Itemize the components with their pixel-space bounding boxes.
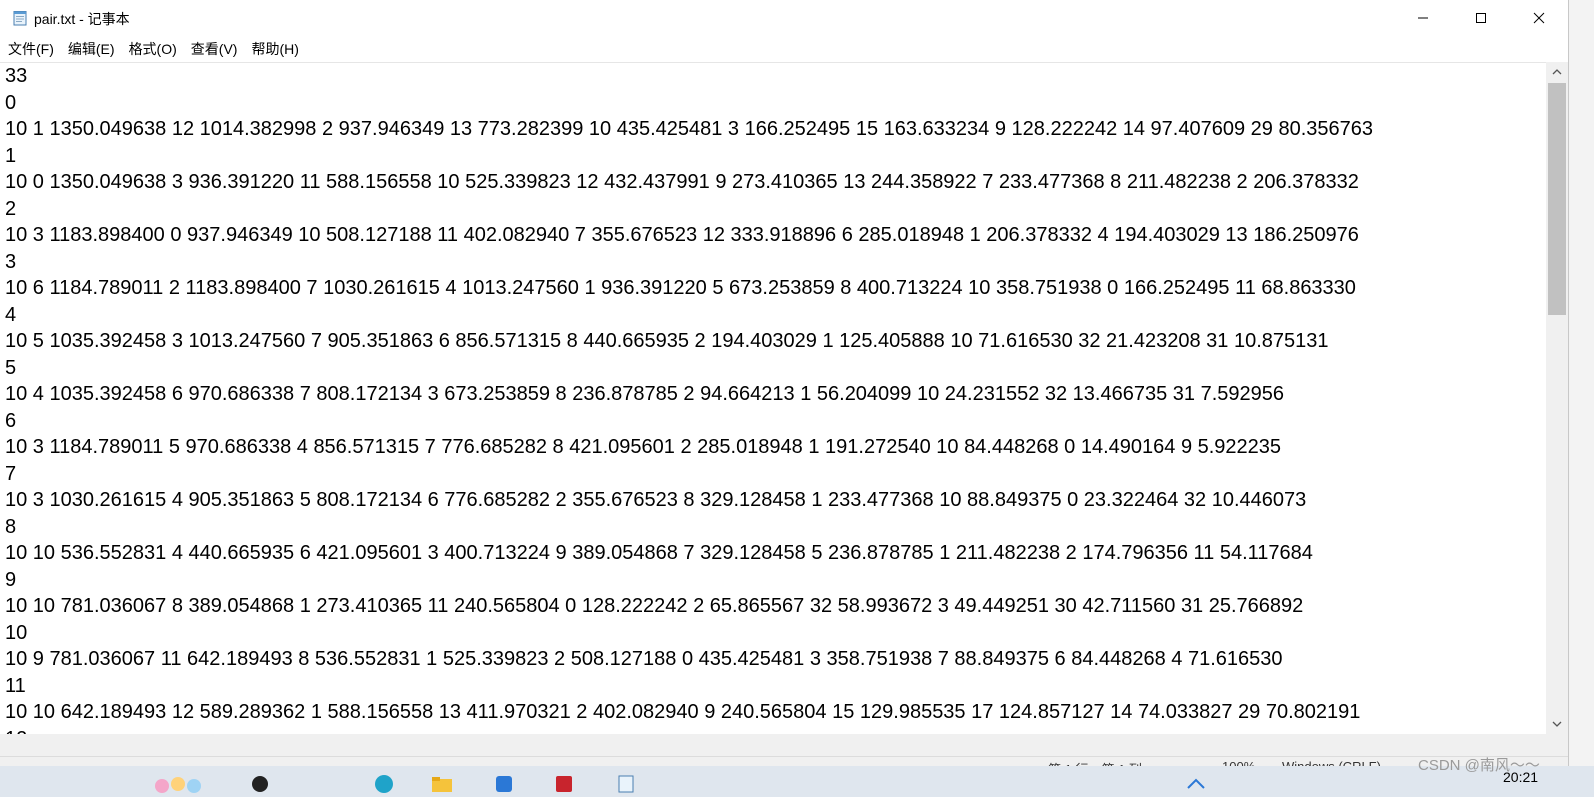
- close-button[interactable]: [1510, 0, 1568, 36]
- sticker-icon: [155, 776, 201, 793]
- close-icon: [1533, 12, 1545, 24]
- chevron-down-icon: [1552, 721, 1562, 727]
- text-line: 8: [5, 515, 17, 538]
- text-line: 5: [5, 356, 17, 379]
- chevron-up-icon: [1552, 69, 1562, 75]
- notepad-window: pair.txt - 记事本 文件(F) 编辑(E) 格式(O) 查看(V) 帮…: [0, 0, 1569, 797]
- taskbar-app-icon[interactable]: [366, 770, 402, 797]
- menu-bar: 文件(F) 编辑(E) 格式(O) 查看(V) 帮助(H): [0, 36, 1568, 62]
- store-icon: [496, 775, 512, 792]
- title-bar[interactable]: pair.txt - 记事本: [0, 0, 1568, 36]
- minimize-button[interactable]: [1394, 0, 1452, 36]
- text-line: 10 3 1183.898400 0 937.946349 10 508.127…: [5, 224, 1359, 246]
- scroll-down-button[interactable]: [1546, 714, 1568, 734]
- vertical-scroll-thumb[interactable]: [1548, 83, 1566, 315]
- maximize-button[interactable]: [1452, 0, 1510, 36]
- text-line: 6: [5, 409, 17, 432]
- text-line: 1: [5, 144, 17, 167]
- text-line: 10 5 1035.392458 3 1013.247560 7 905.351…: [5, 330, 1329, 352]
- text-line: 11: [5, 674, 26, 697]
- text-line: 10 4 1035.392458 6 970.686338 7 808.1721…: [5, 383, 1285, 405]
- text-editor[interactable]: 33 0 10 1 1350.049638 12 1014.382998 2 9…: [0, 62, 1546, 735]
- text-line: 2: [5, 197, 17, 220]
- taskbar-app-icon[interactable]: [424, 770, 460, 797]
- menu-file[interactable]: 文件(F): [0, 38, 61, 60]
- taskbar-app-icon[interactable]: [486, 770, 522, 797]
- maximize-icon: [1476, 13, 1486, 23]
- text-line: 10 3 1030.261615 4 905.351863 5 808.1721…: [5, 489, 1307, 511]
- text-line: 10 6 1184.789011 2 1183.898400 7 1030.26…: [5, 277, 1356, 299]
- text-line: 10 9 781.036067 11 642.189493 8 536.5528…: [5, 648, 1283, 670]
- text-line: 10 3 1184.789011 5 970.686338 4 856.5713…: [5, 436, 1282, 458]
- text-line: 3: [5, 250, 17, 273]
- text-line: 10 0 1350.049638 3 936.391220 11 588.156…: [5, 171, 1359, 193]
- taskbar-app-notepad[interactable]: [608, 770, 644, 797]
- text-line: 0: [5, 91, 17, 114]
- menu-view[interactable]: 查看(V): [184, 38, 245, 60]
- app-circle-icon: [252, 775, 268, 792]
- text-line: 10 1 1350.049638 12 1014.382998 2 937.94…: [5, 118, 1373, 140]
- folder-icon: [432, 776, 452, 792]
- window-title: pair.txt - 记事本: [34, 11, 130, 27]
- minimize-icon: [1418, 17, 1428, 19]
- red-app-icon: [556, 775, 572, 792]
- menu-format[interactable]: 格式(O): [122, 38, 184, 60]
- text-line: 10: [5, 621, 28, 644]
- browser-icon: [375, 774, 393, 793]
- notepad-icon: [618, 775, 634, 792]
- network-icon: [1187, 778, 1205, 789]
- text-line: 10 10 536.552831 4 440.665935 6 421.0956…: [5, 542, 1313, 564]
- taskbar: 20:21: [0, 766, 1594, 797]
- text-line: 10 10 642.189493 12 589.289362 1 588.156…: [5, 701, 1361, 723]
- taskbar-app-icon[interactable]: [242, 770, 278, 797]
- background-window-edge: [1569, 0, 1594, 766]
- text-line: 33: [5, 65, 28, 87]
- scroll-up-button[interactable]: [1546, 62, 1568, 82]
- menu-edit[interactable]: 编辑(E): [61, 38, 122, 60]
- notepad-app-icon: [13, 11, 27, 26]
- text-line: 9: [5, 568, 17, 591]
- vertical-scrollbar[interactable]: [1546, 62, 1568, 734]
- horizontal-scrollbar[interactable]: [0, 734, 1546, 756]
- scrollbar-corner: [1546, 734, 1568, 756]
- taskbar-app-icon[interactable]: [546, 770, 582, 797]
- csdn-watermark: CSDN @南风～～: [1418, 757, 1540, 774]
- text-line: 10 10 781.036067 8 389.054868 1 273.4103…: [5, 595, 1304, 617]
- text-line: 7: [5, 462, 17, 485]
- tray-icon[interactable]: [1178, 770, 1214, 797]
- text-line: 4: [5, 303, 17, 326]
- menu-help[interactable]: 帮助(H): [244, 38, 305, 60]
- taskbar-app-icon[interactable]: [150, 770, 210, 797]
